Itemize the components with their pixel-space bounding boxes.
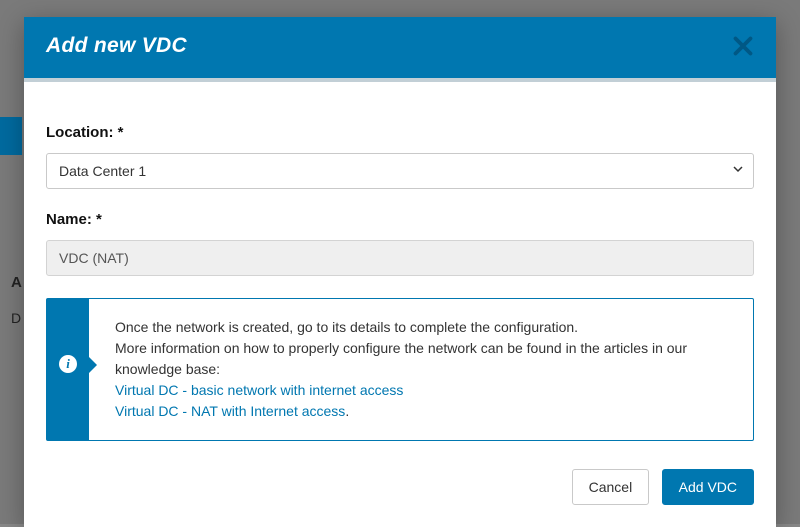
modal-body: Location: * Data Center 1 Name: * i Once… xyxy=(24,82,776,453)
background-letter-d: D xyxy=(11,310,21,326)
name-field[interactable] xyxy=(46,240,754,276)
location-label: Location: * xyxy=(46,124,754,141)
background-letter-a: A xyxy=(11,274,22,291)
name-label: Name: * xyxy=(46,211,754,228)
kb-link-nat[interactable]: Virtual DC - NAT with Internet access xyxy=(115,403,345,419)
location-select-wrap: Data Center 1 xyxy=(46,153,754,189)
kb-link-suffix: . xyxy=(345,403,349,419)
location-select[interactable]: Data Center 1 xyxy=(46,153,754,189)
modal-title: Add new VDC xyxy=(46,34,754,58)
add-vdc-modal: Add new VDC Location: * Data Center 1 Na… xyxy=(24,17,776,527)
cancel-button[interactable]: Cancel xyxy=(572,469,650,505)
info-panel: i Once the network is created, go to its… xyxy=(46,298,754,441)
info-icon: i xyxy=(59,355,77,373)
add-vdc-button[interactable]: Add VDC xyxy=(662,469,754,505)
info-text-1: Once the network is created, go to its d… xyxy=(115,317,733,338)
kb-link-basic-network[interactable]: Virtual DC - basic network with internet… xyxy=(115,380,733,401)
modal-footer: Cancel Add VDC xyxy=(24,453,776,527)
info-text-2: More information on how to properly conf… xyxy=(115,338,733,380)
close-icon[interactable] xyxy=(728,31,758,61)
info-arrow xyxy=(89,357,97,373)
modal-header: Add new VDC xyxy=(24,17,776,78)
background-tab xyxy=(0,117,22,155)
